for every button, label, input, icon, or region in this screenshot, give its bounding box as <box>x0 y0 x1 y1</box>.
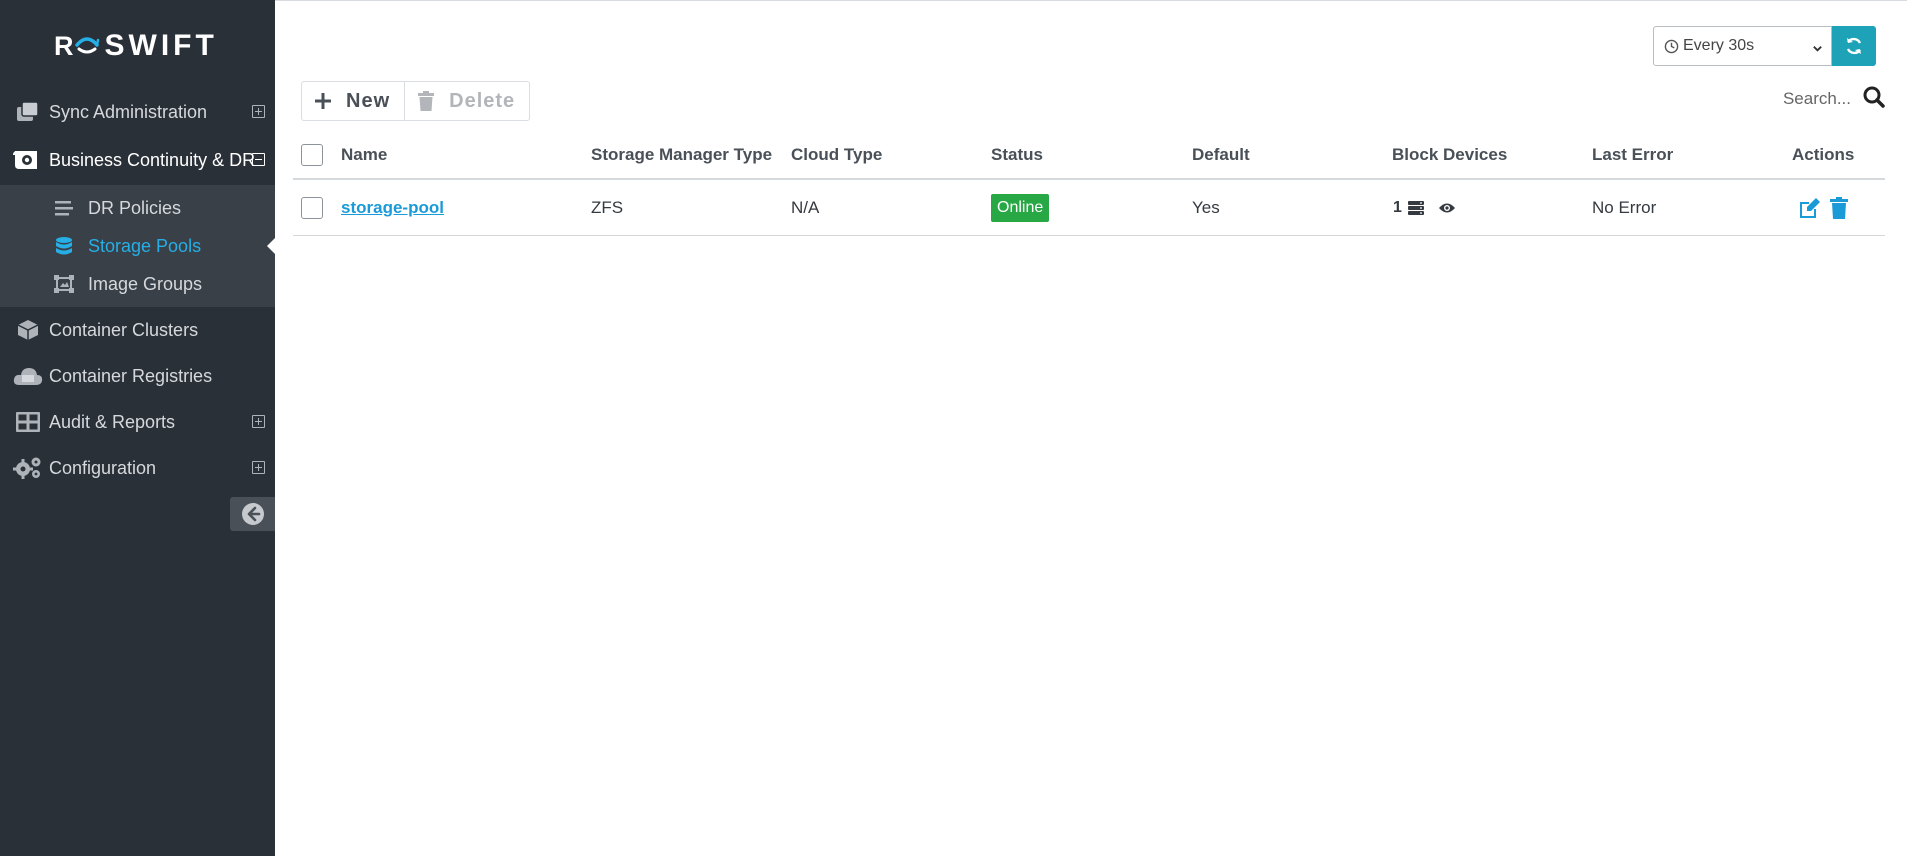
refresh-icon <box>1846 37 1862 55</box>
arrow-left-circle-icon <box>241 503 264 525</box>
edit-icon[interactable] <box>1797 197 1821 219</box>
column-header-status[interactable]: Status <box>991 131 1043 178</box>
sidebar-item-label: DR Policies <box>88 197 182 218</box>
copy-icon <box>13 100 43 124</box>
cell-name: storage-pool <box>341 180 444 235</box>
delete-button[interactable]: Delete <box>405 82 529 120</box>
sidebar-item-label: Container Registries <box>49 365 213 386</box>
delete-row-icon[interactable] <box>1829 196 1849 219</box>
cell-actions <box>1797 180 1849 235</box>
column-header-cloud-type[interactable]: Cloud Type <box>791 131 882 178</box>
block-devices-count: 1 <box>1393 198 1402 216</box>
sidebar-item-audit-reports[interactable]: Audit & Reports <box>0 399 275 445</box>
sidebar-item-label: Configuration <box>49 457 157 478</box>
cube-icon <box>13 318 43 342</box>
cell-cloud-type: N/A <box>791 197 820 217</box>
database-icon <box>52 236 76 256</box>
app-logo[interactable]: R SWIFT <box>54 28 218 64</box>
collapse-sidebar-button[interactable] <box>230 497 275 531</box>
sidebar-item-configuration[interactable]: Configuration <box>0 445 275 491</box>
sidebar-item-label: Audit & Reports <box>49 411 176 432</box>
toolbar: New Delete <box>301 81 531 121</box>
sidebar-item-dr-policies[interactable]: DR Policies <box>0 189 275 227</box>
table-icon <box>13 410 43 434</box>
expand-plus-icon[interactable] <box>252 461 265 474</box>
view-eye-icon[interactable] <box>1438 202 1456 214</box>
trash-icon <box>417 91 435 111</box>
sidebar-item-storage-pools[interactable]: Storage Pools <box>0 227 275 265</box>
column-header-actions: Actions <box>1792 144 1855 164</box>
chevron-down-icon <box>1812 41 1823 59</box>
header-select-all <box>301 131 323 178</box>
row-select <box>301 180 323 235</box>
server-icon <box>1407 200 1424 215</box>
column-header-storage-manager-type[interactable]: Storage Manager Type <box>591 131 772 178</box>
select-all-checkbox[interactable] <box>301 143 323 166</box>
refresh-interval-select[interactable]: Every 30s <box>1653 26 1832 66</box>
sidebar-item-label: Storage Pools <box>88 235 202 256</box>
sidebar-item-sync-administration[interactable]: Sync Administration <box>0 89 275 135</box>
search-input[interactable] <box>1761 89 1863 109</box>
sidebar-item-container-clusters[interactable]: Container Clusters <box>0 307 275 353</box>
gears-icon <box>13 456 43 480</box>
cell-storage-manager-type: ZFS <box>591 197 624 217</box>
expand-plus-icon[interactable] <box>252 415 265 428</box>
sidebar-item-label: Business Continuity & DR <box>49 149 256 170</box>
search-icon[interactable] <box>1863 86 1885 113</box>
storage-pool-link[interactable]: storage-pool <box>341 198 444 218</box>
sidebar-subnav: DR Policies Storage Pools Image Groups <box>0 185 275 307</box>
sidebar-item-container-registries[interactable]: Container Registries <box>0 353 275 399</box>
sidebar-item-business-continuity[interactable]: Business Continuity & DR <box>0 135 275 185</box>
collapse-minus-icon[interactable] <box>252 153 265 166</box>
sidebar-nav: Sync Administration Business Continuity … <box>0 89 275 491</box>
search-box <box>1760 84 1885 114</box>
logo-text: SWIFT <box>104 29 218 62</box>
column-header-last-error[interactable]: Last Error <box>1592 131 1673 178</box>
clock-icon <box>1664 39 1679 54</box>
sidebar-item-label: Sync Administration <box>49 101 208 122</box>
sidebar-item-label: Container Clusters <box>49 319 199 340</box>
status-badge: Online <box>991 193 1050 222</box>
sidebar-item-image-groups[interactable]: Image Groups <box>0 265 275 303</box>
image-group-icon <box>52 274 76 294</box>
cell-block-devices: 1 <box>1393 180 1456 235</box>
top-border <box>275 0 1907 1</box>
cell-last-error: No Error <box>1592 197 1657 217</box>
plus-icon <box>314 92 332 110</box>
sidebar: R SWIFT Sync Administration Business Con… <box>0 0 275 856</box>
table-row: storage-pool ZFS N/A Online Yes 1 No Err… <box>293 180 1885 236</box>
new-button-label: New <box>346 89 391 112</box>
storage-pools-table: Name Storage Manager Type Cloud Type Sta… <box>293 131 1885 236</box>
refresh-interval-value: Every 30s <box>1683 37 1755 54</box>
list-icon <box>52 198 76 218</box>
logo-arc-icon <box>74 37 99 54</box>
column-header-name[interactable]: Name <box>341 131 387 178</box>
table-header: Name Storage Manager Type Cloud Type Sta… <box>293 131 1885 180</box>
delete-button-label: Delete <box>449 89 516 112</box>
column-header-block-devices[interactable]: Block Devices <box>1392 131 1507 178</box>
cloud-icon <box>13 364 43 388</box>
refresh-button[interactable] <box>1832 26 1876 66</box>
dr-gear-icon <box>13 148 43 172</box>
sidebar-item-label: Image Groups <box>88 273 203 294</box>
row-checkbox[interactable] <box>301 196 323 219</box>
new-button[interactable]: New <box>302 82 406 120</box>
cell-status: Online <box>991 180 1050 235</box>
expand-plus-icon[interactable] <box>252 105 265 118</box>
logo-letter: R <box>54 30 75 61</box>
column-header-default[interactable]: Default <box>1192 131 1250 178</box>
cell-default: Yes <box>1192 197 1220 217</box>
